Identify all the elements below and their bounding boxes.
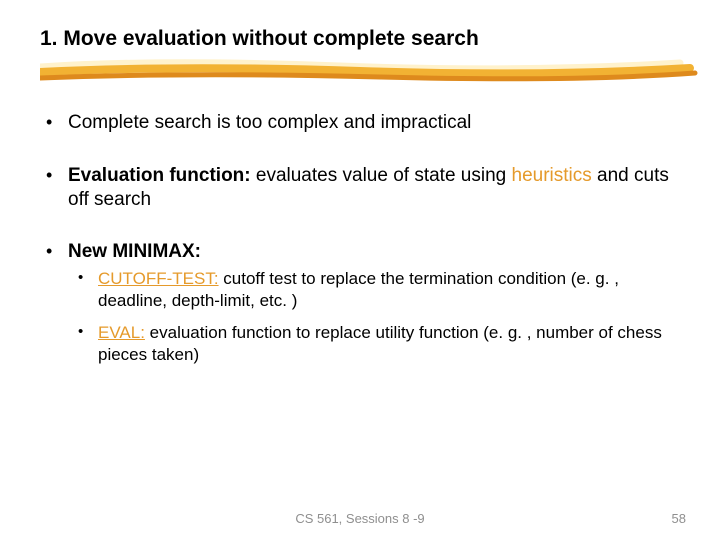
footer-course: CS 561, Sessions 8 -9 <box>0 511 720 526</box>
sub-cutoff-test: CUTOFF-TEST: cutoff test to replace the … <box>68 268 680 312</box>
eval-mid: evaluates value of state using <box>251 165 512 186</box>
sub-bullets: CUTOFF-TEST: cutoff test to replace the … <box>68 268 680 365</box>
slide-title: 1. Move evaluation without complete sear… <box>40 26 680 51</box>
slide-body: Complete search is too complex and impra… <box>40 111 680 365</box>
bullet-new-minimax: New MINIMAX: <box>40 240 680 264</box>
bullet-complete-search: Complete search is too complex and impra… <box>40 111 680 135</box>
bullet-evaluation-function: Evaluation function: evaluates value of … <box>40 164 680 213</box>
cutoff-lead: CUTOFF-TEST: <box>98 269 219 288</box>
footer-page-number: 58 <box>672 511 686 526</box>
minimax-label: New MINIMAX: <box>68 241 201 262</box>
eval-sub-rest: evaluation function to replace utility f… <box>98 323 662 364</box>
sub-eval: EVAL: evaluation function to replace uti… <box>68 322 680 366</box>
eval-heuristics: heuristics <box>512 165 592 186</box>
eval-lead: Evaluation function: <box>68 165 251 186</box>
stripe-svg <box>40 57 700 87</box>
title-stripe <box>40 57 680 83</box>
slide: 1. Move evaluation without complete sear… <box>0 0 720 540</box>
bullet-text: Complete search is too complex and impra… <box>68 112 471 133</box>
eval-sub-lead: EVAL: <box>98 323 145 342</box>
